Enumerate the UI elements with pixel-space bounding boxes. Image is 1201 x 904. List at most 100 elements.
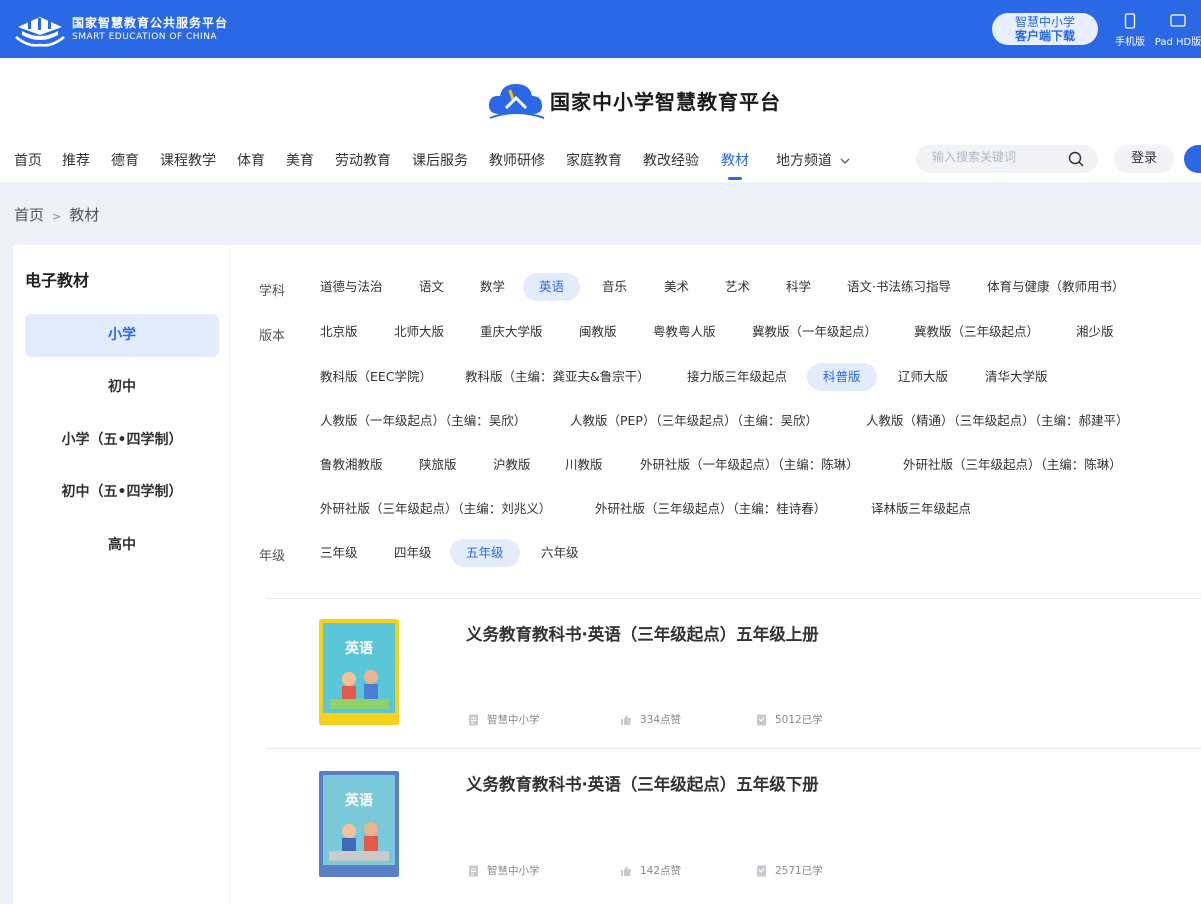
edition-chip[interactable]: 外研社版（三年级起点）（主编：陈琳） (887, 451, 1138, 479)
textbook-likes-count: 334点赞 (640, 714, 682, 726)
subject-chip[interactable]: 语文·书法练习指导 (831, 273, 967, 301)
document-icon (469, 865, 478, 876)
edition-chip[interactable]: 冀教版（一年级起点） (736, 318, 893, 346)
subject-chip[interactable]: 美术 (648, 273, 705, 301)
learner-icon (757, 714, 766, 725)
edition-chip[interactable]: 人教版（一年级起点）（主编：吴欣） (304, 407, 542, 435)
edition-chip[interactable]: 粤教粤人版 (637, 318, 732, 346)
subject-chip[interactable]: 道德与法治 (304, 273, 399, 301)
subject-chip[interactable]: 科学 (770, 273, 827, 301)
top-bar: 国家智慧教育公共服务平台 SMART EDUCATION OF CHINA 智慧… (0, 0, 1201, 58)
edition-chip[interactable]: 辽师大版 (882, 363, 964, 391)
thumbs-up-icon (621, 865, 631, 876)
edition-chip[interactable]: 湘少版 (1060, 318, 1130, 346)
nav-textbooks[interactable]: 教材 (721, 150, 749, 180)
grade-chip[interactable]: 四年级 (378, 539, 448, 567)
nav-courses[interactable]: 课程教学 (160, 150, 216, 170)
textbook-source: 智慧中小学 (468, 712, 540, 727)
edition-chip-active[interactable]: 科普版 (807, 363, 877, 391)
sidebar-item-senior[interactable]: 高中 (25, 524, 219, 567)
edition-chip[interactable]: 人教版（精通）（三年级起点）（主编：郝建平） (850, 407, 1145, 435)
nav-teacher-training[interactable]: 教师研修 (489, 150, 545, 170)
edition-chip[interactable]: 外研社版（一年级起点）（主编：陈琳） (624, 451, 875, 479)
subject-chip[interactable]: 语文 (403, 273, 460, 301)
edition-chip[interactable]: 外研社版（三年级起点）（主编：刘兆义） (304, 495, 567, 523)
search-icon[interactable] (1068, 151, 1084, 167)
textbook-source-label: 智慧中小学 (487, 714, 540, 726)
edition-chip[interactable]: 教科版（EEC学院） (304, 363, 448, 391)
edition-chip[interactable]: 接力版三年级起点 (671, 363, 803, 391)
textbook-learners-count: 2571已学 (775, 865, 823, 877)
textbook-learners: 2571已学 (756, 863, 823, 878)
subject-label: 学科 (259, 284, 286, 299)
grade-chip[interactable]: 六年级 (525, 539, 595, 567)
grade-chip[interactable]: 三年级 (304, 539, 374, 567)
pad-version-label: Pad HD版 (1154, 37, 1201, 48)
sidebar-item-junior-54[interactable]: 初中（五•四学制） (25, 471, 219, 514)
search-input[interactable] (932, 150, 1062, 164)
sidebar-item-junior[interactable]: 初中 (25, 366, 219, 409)
edition-chip[interactable]: 北师大版 (378, 318, 460, 346)
nav-labor[interactable]: 劳动教育 (335, 150, 391, 170)
main-nav: 首页 推荐 德育 课程教学 体育 美育 劳动教育 课后服务 教师研修 家庭教育 … (0, 150, 900, 182)
edition-chip[interactable]: 北京版 (304, 318, 374, 346)
nav-reform[interactable]: 教改经验 (643, 150, 699, 170)
subject-chip[interactable]: 艺术 (709, 273, 766, 301)
grade-chip-active[interactable]: 五年级 (450, 539, 520, 567)
edition-chip[interactable]: 陕旅版 (403, 451, 473, 479)
textbook-item[interactable]: 英语 义务教育教科书·英语（三年级起点）五年级下册 智慧中小学 142点赞 25… (266, 748, 1201, 900)
breadcrumb-home[interactable]: 首页 (14, 206, 44, 224)
edition-chip[interactable]: 人教版（PEP）（三年级起点）（主编：吴欣） (554, 407, 834, 435)
edition-chip[interactable]: 外研社版（三年级起点）（主编：桂诗春） (579, 495, 842, 523)
nav-home[interactable]: 首页 (14, 150, 42, 170)
nav-local-label: 地方频道 (776, 153, 832, 169)
login-button[interactable]: 登录 (1114, 145, 1174, 173)
thumbs-up-icon (621, 714, 631, 725)
site-title: 国家中小学智慧教育平台 (550, 89, 781, 114)
site-logo[interactable]: 国家中小学智慧教育平台 (486, 78, 781, 122)
textbook-cover[interactable]: 英语 (319, 771, 399, 877)
nav-moral[interactable]: 德育 (111, 150, 139, 170)
textbook-learners: 5012已学 (756, 712, 823, 727)
sidebar-title: 电子教材 (25, 271, 90, 290)
client-download-button[interactable]: 智慧中小学 客户端下载 (992, 13, 1098, 45)
edition-chip[interactable]: 译林版三年级起点 (855, 495, 987, 523)
phone-version-link[interactable]: 手机版 (1112, 13, 1148, 48)
textbook-likes: 142点赞 (620, 863, 681, 878)
edition-chip[interactable]: 冀教版（三年级起点） (898, 318, 1055, 346)
cover-title: 英语 (344, 640, 373, 657)
register-button[interactable] (1184, 145, 1201, 173)
nav-arts[interactable]: 美育 (286, 150, 314, 170)
learner-icon (757, 865, 766, 876)
nav-recommend[interactable]: 推荐 (62, 150, 90, 170)
brand[interactable]: 国家智慧教育公共服务平台 SMART EDUCATION OF CHINA (14, 11, 228, 47)
nav-sports[interactable]: 体育 (237, 150, 265, 170)
subject-chip[interactable]: 数学 (464, 273, 521, 301)
textbook-title[interactable]: 义务教育教科书·英语（三年级起点）五年级上册 (466, 621, 819, 645)
edition-chip[interactable]: 闽教版 (563, 318, 633, 346)
textbook-item[interactable]: 英语 义务教育教科书·英语（三年级起点）五年级上册 智慧中小学 334点赞 50… (266, 598, 1201, 750)
nav-local[interactable]: 地方频道 (776, 150, 850, 170)
breadcrumb-current: 教材 (69, 206, 100, 224)
textbook-source: 智慧中小学 (468, 863, 540, 878)
textbook-cover[interactable]: 英语 (319, 619, 399, 725)
edition-chip[interactable]: 教科版（主编：龚亚夫&鲁宗干） (449, 363, 666, 391)
sidebar-item-primary-54[interactable]: 小学（五•四学制） (25, 419, 219, 462)
brand-name-cn: 国家智慧教育公共服务平台 (72, 16, 229, 30)
sidebar-item-primary[interactable]: 小学 (25, 314, 219, 357)
edition-chip[interactable]: 沪教版 (477, 451, 547, 479)
edition-chip[interactable]: 川教版 (549, 451, 619, 479)
textbook-likes: 334点赞 (620, 712, 681, 727)
nav-afterschool[interactable]: 课后服务 (412, 150, 468, 170)
pad-version-link[interactable]: Pad HD版 (1150, 13, 1201, 48)
edition-chip[interactable]: 重庆大学版 (464, 318, 559, 346)
subject-chip[interactable]: 音乐 (586, 273, 643, 301)
search-box (916, 145, 1098, 173)
edition-chip[interactable]: 鲁教湘教版 (304, 451, 399, 479)
download-line1: 智慧中小学 (1014, 15, 1075, 29)
nav-family[interactable]: 家庭教育 (566, 150, 622, 170)
subject-chip-active[interactable]: 英语 (523, 273, 581, 301)
edition-chip[interactable]: 清华大学版 (969, 363, 1064, 391)
textbook-title[interactable]: 义务教育教科书·英语（三年级起点）五年级下册 (466, 771, 819, 795)
subject-chip[interactable]: 体育与健康（教师用书） (971, 273, 1141, 301)
